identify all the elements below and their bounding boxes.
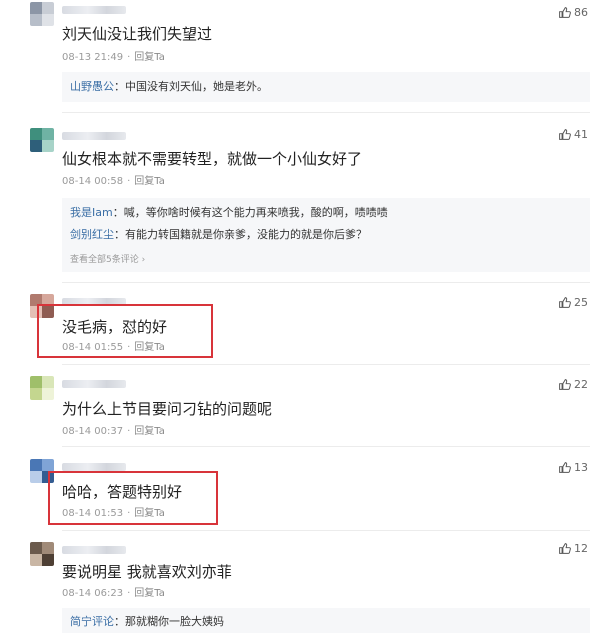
view-all-replies-link[interactable]: 查看全部5条评论 › [70, 252, 145, 265]
comment-meta: 08-13 21:49 · 回复Ta [62, 52, 165, 64]
reply-item: 剑别红尘：有能力转国籍就是你亲爹，没能力的就是你后爹？ [70, 228, 367, 242]
like-count: 25 [574, 296, 588, 309]
comment-time: 08-14 00:58 [62, 176, 124, 187]
reply-item: 我是Iam：喊，等你啥时候有这个能力再来喷我，酸的啊，啧啧啧 [70, 206, 388, 220]
avatar-tile [42, 376, 54, 388]
meta-separator: · [127, 176, 131, 187]
comment-item: 13 哈哈，答题特别好 08-14 01:53 · 回复Ta [0, 455, 600, 529]
reply-button[interactable]: 回复Ta [134, 588, 165, 599]
avatar-tile [42, 554, 54, 566]
avatar[interactable] [30, 542, 54, 566]
avatar-tile [42, 140, 54, 152]
like-count: 12 [574, 542, 588, 555]
comment-item: 22 为什么上节目要问刁钻的问题呢 08-14 00:37 · 回复Ta [0, 372, 600, 444]
comment-item: 41 仙女根本就不需要转型，就做一个小仙女好了 08-14 00:58 · 回复Ta… [0, 122, 600, 282]
like-button[interactable]: 22 [558, 378, 588, 391]
meta-separator: · [127, 588, 131, 599]
reply-list: 简宁评论：那就糊你一脸大姨妈 [62, 608, 590, 633]
avatar-tile [30, 128, 42, 140]
avatar-tile [30, 554, 42, 566]
reply-item: 山野愚公：中国没有刘天仙，她是老外。 [70, 80, 268, 94]
thumbs-up-icon [559, 129, 571, 140]
comment-item: 86 刘天仙没让我们失望过 08-13 21:49 · 回复Ta 山野愚公：中国没有… [0, 0, 600, 112]
thumbs-up-icon [559, 379, 571, 390]
like-button[interactable]: 25 [558, 296, 588, 309]
like-count: 41 [574, 128, 588, 141]
meta-separator: · [127, 52, 131, 63]
comment-meta: 08-14 00:37 · 回复Ta [62, 426, 165, 438]
avatar-tile [42, 388, 54, 400]
reply-button[interactable]: 回复Ta [134, 176, 165, 187]
comment-text: 仙女根本就不需要转型，就做一个小仙女好了 [62, 150, 363, 168]
thumbs-up-icon [559, 297, 571, 308]
reply-author[interactable]: 山野愚公 [70, 80, 114, 93]
avatar-tile [30, 471, 42, 483]
meta-separator: · [127, 426, 131, 437]
avatar-tile [42, 14, 54, 26]
reply-text: ：中国没有刘天仙，她是老外。 [114, 80, 268, 93]
thumbs-up-icon [559, 7, 571, 18]
avatar-tile [30, 2, 42, 14]
comment-time: 08-14 06:23 [62, 588, 124, 599]
reply-author[interactable]: 我是Iam [70, 206, 113, 219]
thumbs-up-icon [559, 462, 571, 473]
divider [62, 364, 590, 365]
avatar-tile [42, 128, 54, 140]
like-count: 13 [574, 461, 588, 474]
avatar-tile [30, 140, 42, 152]
highlight-box [37, 304, 213, 358]
username-blurred[interactable] [62, 546, 126, 554]
comment-time: 08-14 00:37 [62, 426, 124, 437]
username-blurred[interactable] [62, 380, 126, 388]
avatar-tile [42, 2, 54, 14]
divider [62, 530, 590, 531]
comment-meta: 08-14 00:58 · 回复Ta [62, 176, 165, 188]
avatar-tile [30, 376, 42, 388]
reply-text: ：有能力转国籍就是你亲爹，没能力的就是你后爹？ [114, 228, 367, 241]
like-button[interactable]: 12 [558, 542, 588, 555]
reply-text: ：那就糊你一脸大姨妈 [114, 615, 224, 628]
avatar[interactable] [30, 128, 54, 152]
username-blurred[interactable] [62, 6, 126, 14]
comment-item: 25 没毛病，怼的好 08-14 01:55 · 回复Ta [0, 290, 600, 362]
like-button[interactable]: 86 [558, 6, 588, 19]
highlight-box [48, 471, 218, 525]
comment-text: 要说明星 我就喜欢刘亦菲 [62, 563, 232, 581]
reply-author[interactable]: 剑别红尘 [70, 228, 114, 241]
divider [62, 112, 590, 113]
like-button[interactable]: 41 [558, 128, 588, 141]
avatar-tile [30, 542, 42, 554]
username-blurred[interactable] [62, 463, 126, 471]
username-blurred[interactable] [62, 132, 126, 140]
thumbs-up-icon [559, 543, 571, 554]
comment-text: 刘天仙没让我们失望过 [62, 25, 213, 43]
comment-meta: 08-14 06:23 · 回复Ta [62, 588, 165, 600]
divider [62, 446, 590, 447]
reply-button[interactable]: 回复Ta [134, 52, 165, 63]
avatar-tile [30, 14, 42, 26]
avatar-tile [42, 459, 54, 471]
reply-item: 简宁评论：那就糊你一脸大姨妈 [70, 615, 224, 629]
reply-author[interactable]: 简宁评论 [70, 615, 114, 628]
like-count: 22 [574, 378, 588, 391]
comment-time: 08-13 21:49 [62, 52, 124, 63]
avatar-tile [30, 459, 42, 471]
reply-text: ：喊，等你啥时候有这个能力再来喷我，酸的啊，啧啧啧 [112, 206, 388, 219]
avatar-tile [42, 542, 54, 554]
comment-item: 12 要说明星 我就喜欢刘亦菲 08-14 06:23 · 回复Ta 简宁评论：那就… [0, 538, 600, 633]
divider [62, 282, 590, 283]
reply-list: 山野愚公：中国没有刘天仙，她是老外。 [62, 72, 590, 102]
comment-text: 为什么上节目要问刁钻的问题呢 [62, 400, 273, 418]
avatar[interactable] [30, 2, 54, 26]
like-button[interactable]: 13 [558, 461, 588, 474]
avatar-tile [30, 388, 42, 400]
avatar[interactable] [30, 376, 54, 400]
like-count: 86 [574, 6, 588, 19]
reply-button[interactable]: 回复Ta [134, 426, 165, 437]
reply-list: 我是Iam：喊，等你啥时候有这个能力再来喷我，酸的啊，啧啧啧 剑别红尘：有能力转… [62, 198, 590, 272]
